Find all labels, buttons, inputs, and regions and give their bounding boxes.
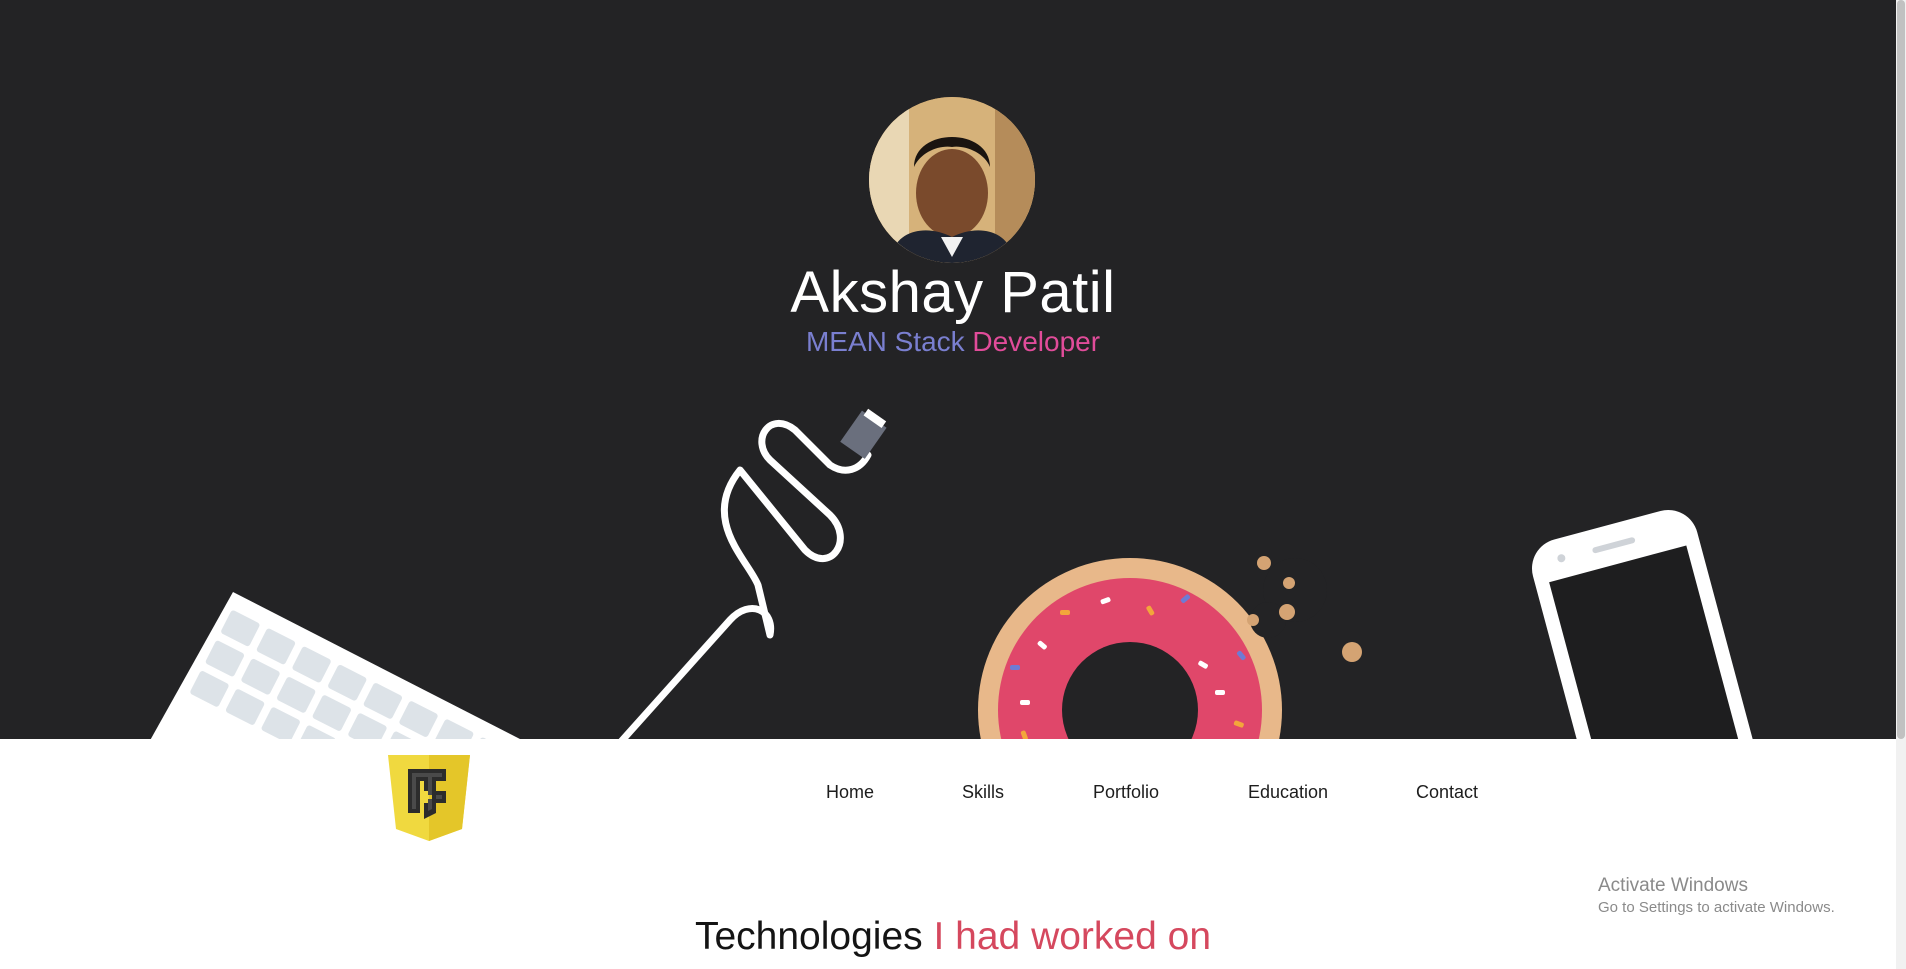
scrollbar-thumb[interactable] bbox=[1897, 0, 1905, 739]
hero-section: Akshay Patil MEAN Stack Developer bbox=[0, 0, 1906, 739]
nav-skills[interactable]: Skills bbox=[962, 781, 1004, 803]
profile-title-part2: Developer bbox=[972, 326, 1101, 357]
technologies-heading: Technologies I had worked on bbox=[0, 914, 1906, 960]
watermark-title: Activate Windows bbox=[1598, 875, 1748, 896]
profile-name: Akshay Patil bbox=[790, 260, 1116, 325]
technologies-heading-part2: I had worked on bbox=[933, 915, 1212, 958]
navigation-bar: Home Skills Portfolio Education Contact bbox=[0, 739, 1906, 844]
nav-contact[interactable]: Contact bbox=[1416, 781, 1478, 803]
nav-portfolio[interactable]: Portfolio bbox=[1093, 781, 1159, 803]
watermark-subtitle: Go to Settings to activate Windows. bbox=[1598, 899, 1835, 916]
technologies-heading-part1: Technologies bbox=[694, 915, 923, 958]
profile-avatar bbox=[869, 97, 1035, 263]
page-scrollbar[interactable] bbox=[1896, 0, 1906, 969]
donut-illustration bbox=[978, 556, 1362, 739]
javascript-shield-logo[interactable] bbox=[386, 747, 472, 843]
usb-cable-illustration bbox=[618, 408, 887, 739]
smartphone-illustration bbox=[1531, 509, 1776, 739]
keyboard-illustration bbox=[150, 592, 520, 739]
nav-home[interactable]: Home bbox=[826, 781, 874, 803]
nav-education[interactable]: Education bbox=[1248, 781, 1328, 803]
profile-title: MEAN Stack Developer bbox=[0, 324, 1906, 360]
activate-windows-watermark: Activate Windows Go to Settings to activ… bbox=[1598, 874, 1835, 918]
profile-title-part1: MEAN Stack bbox=[805, 326, 965, 357]
profile-photo bbox=[869, 97, 1035, 263]
